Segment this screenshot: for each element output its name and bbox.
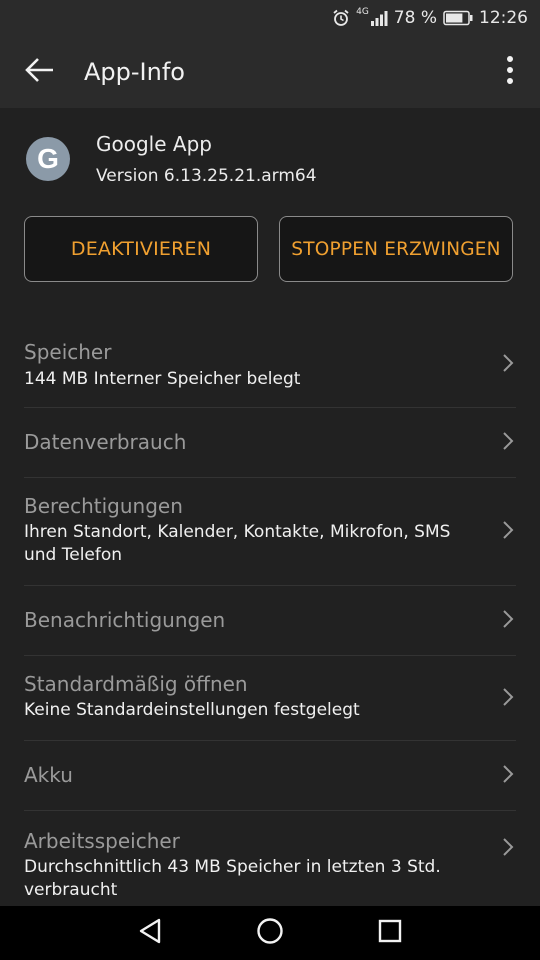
list-item-title: Akku bbox=[24, 763, 73, 787]
list-item-memory[interactable]: Arbeitsspeicher Durchschnittlich 43 MB S… bbox=[0, 811, 540, 907]
nav-back-button[interactable] bbox=[90, 906, 210, 960]
chevron-right-icon bbox=[502, 353, 514, 377]
list-item-data-usage[interactable]: Datenverbrauch bbox=[0, 408, 540, 478]
network-indicator: 4G bbox=[356, 6, 388, 26]
navigation-bar bbox=[0, 906, 540, 960]
list-item-title: Datenverbrauch bbox=[24, 430, 187, 454]
more-vert-icon bbox=[506, 55, 514, 89]
home-circle-icon bbox=[256, 917, 284, 949]
list-item-title: Arbeitsspeicher bbox=[24, 829, 180, 853]
arrow-left-icon bbox=[25, 57, 55, 87]
list-item-permissions[interactable]: Berechtigungen Ihren Standort, Kalender,… bbox=[0, 478, 540, 586]
overflow-menu-button[interactable] bbox=[480, 36, 540, 108]
nav-recents-button[interactable] bbox=[330, 906, 450, 960]
chevron-right-icon bbox=[502, 687, 514, 711]
disable-button[interactable]: DEAKTIVIEREN bbox=[24, 216, 258, 282]
list-item-subtitle: Durchschnittlich 43 MB Speicher in letzt… bbox=[24, 857, 441, 900]
signal-icon bbox=[370, 10, 388, 26]
recents-square-icon bbox=[378, 919, 402, 947]
chevron-right-icon bbox=[502, 837, 514, 861]
settings-list: Speicher 144 MB Interner Speicher belegt… bbox=[0, 322, 540, 907]
list-item-subtitle: 144 MB Interner Speicher belegt bbox=[24, 369, 301, 389]
list-item-title: Speicher bbox=[24, 340, 112, 364]
clock: 12:26 bbox=[479, 8, 528, 28]
list-item-title: Standardmäßig öffnen bbox=[24, 672, 248, 696]
list-item-subtitle: Keine Standardeinstellungen festgelegt bbox=[24, 700, 360, 720]
list-item-title: Benachrichtigungen bbox=[24, 608, 226, 632]
app-header: G Google App Version 6.13.25.21.arm64 bbox=[0, 108, 540, 208]
list-item-open-by-default[interactable]: Standardmäßig öffnen Keine Standardeinst… bbox=[0, 656, 540, 741]
chevron-right-icon bbox=[502, 520, 514, 544]
alarm-icon bbox=[332, 9, 350, 27]
chevron-right-icon bbox=[502, 764, 514, 788]
app-name: Google App bbox=[96, 132, 212, 156]
nav-home-button[interactable] bbox=[210, 906, 330, 960]
list-item-battery[interactable]: Akku bbox=[0, 741, 540, 811]
back-triangle-icon bbox=[138, 918, 162, 948]
status-bar: 4G 78 % 12:26 bbox=[0, 0, 540, 36]
battery-percent: 78 % bbox=[393, 8, 437, 28]
app-bar: App-Info bbox=[0, 36, 540, 108]
google-app-icon: G bbox=[26, 137, 70, 181]
list-item-subtitle: Ihren Standort, Kalender, Kontakte, Mikr… bbox=[24, 522, 451, 565]
network-type-label: 4G bbox=[356, 6, 369, 17]
back-button[interactable] bbox=[0, 36, 80, 108]
chevron-right-icon bbox=[502, 609, 514, 633]
app-icon-letter: G bbox=[37, 143, 59, 174]
force-stop-button[interactable]: STOPPEN ERZWINGEN bbox=[279, 216, 513, 282]
page-title: App-Info bbox=[84, 58, 185, 86]
list-item-notifications[interactable]: Benachrichtigungen bbox=[0, 586, 540, 656]
list-item-storage[interactable]: Speicher 144 MB Interner Speicher belegt bbox=[0, 322, 540, 408]
chevron-right-icon bbox=[502, 431, 514, 455]
list-item-title: Berechtigungen bbox=[24, 494, 183, 518]
battery-icon bbox=[443, 10, 473, 26]
app-version: Version 6.13.25.21.arm64 bbox=[96, 166, 317, 186]
